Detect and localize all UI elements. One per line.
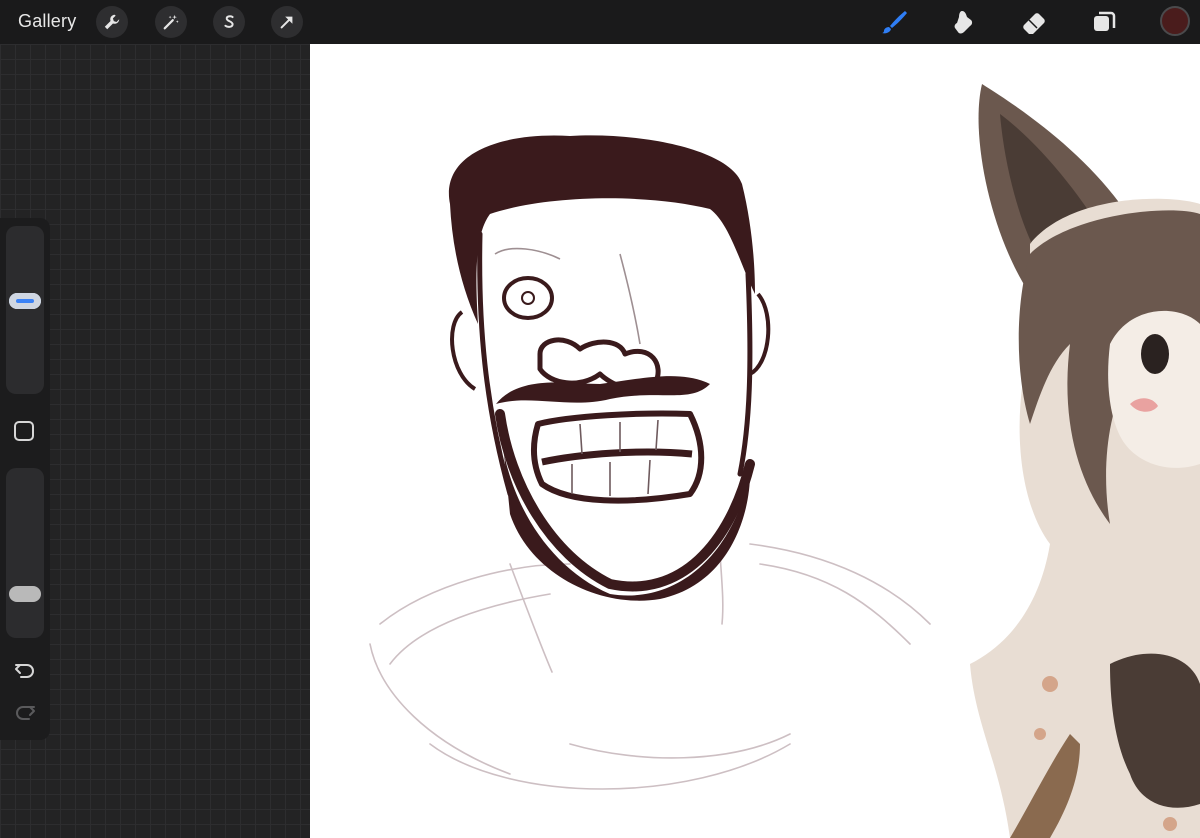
opacity-thumb[interactable] <box>9 585 41 602</box>
eraser-icon[interactable] <box>1018 6 1050 38</box>
top-toolbar: Gallery <box>0 0 1200 44</box>
drawing-canvas[interactable] <box>310 44 1200 838</box>
man-head-sketch <box>448 135 771 601</box>
canvas-artwork <box>369 84 1200 838</box>
opacity-slider[interactable] <box>6 468 44 638</box>
redo-icon[interactable] <box>12 702 38 724</box>
square-modify-icon[interactable] <box>14 421 34 441</box>
brush-size-thumb[interactable] <box>9 293 41 310</box>
current-color-swatch[interactable] <box>1160 6 1190 36</box>
adjustments-wand-icon[interactable] <box>155 6 187 38</box>
transform-arrow-icon[interactable] <box>271 6 303 38</box>
undo-icon[interactable] <box>12 660 38 682</box>
actions-wrench-icon[interactable] <box>96 6 128 38</box>
selection-s-icon[interactable] <box>213 6 245 38</box>
layers-icon[interactable] <box>1088 6 1120 38</box>
gallery-button[interactable]: Gallery <box>18 11 76 32</box>
left-sidebar <box>0 218 50 740</box>
brush-size-slider[interactable] <box>6 226 44 394</box>
smudge-icon[interactable] <box>948 6 980 38</box>
brush-icon[interactable] <box>878 6 910 38</box>
cat-character-art <box>970 84 1200 838</box>
